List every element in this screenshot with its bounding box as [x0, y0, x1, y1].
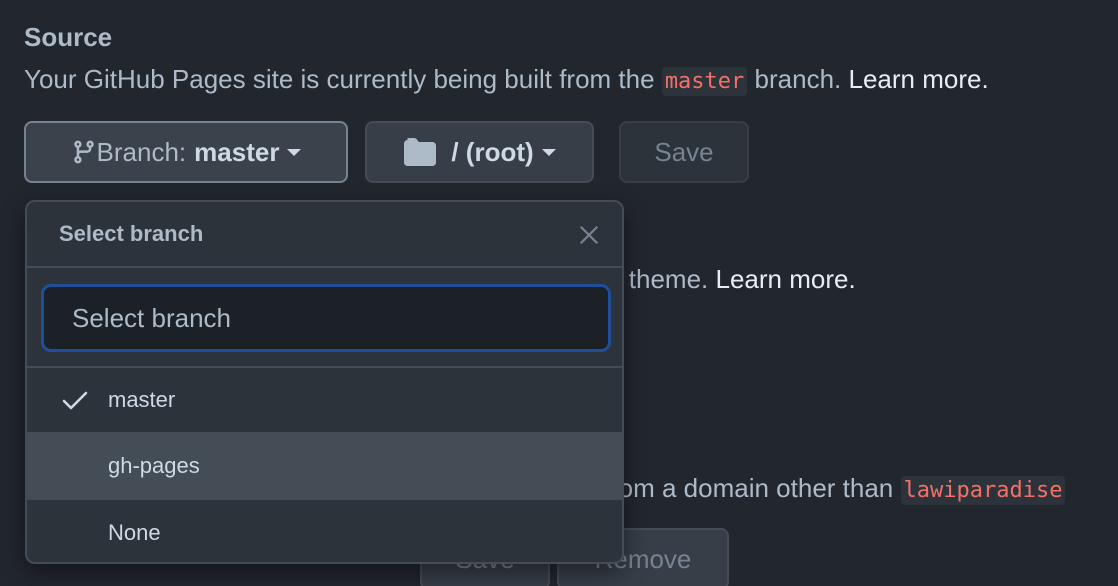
chevron-down-icon — [541, 148, 556, 156]
dropdown-title: Select branch — [59, 221, 204, 246]
branch-select-button[interactable]: Branch: master — [24, 121, 348, 183]
dropdown-header: Select branch — [27, 202, 622, 268]
domain-text: rom a domain other than — [610, 473, 894, 503]
branch-option-none[interactable]: None — [27, 500, 622, 562]
custom-domain-description: rom a domain other than lawiparadise — [610, 473, 1066, 505]
branch-option-gh-pages[interactable]: gh-pages — [27, 434, 622, 500]
learn-more-link[interactable]: Learn more. — [849, 64, 989, 94]
branch-code: master — [661, 67, 748, 96]
theme-learn-more-link[interactable]: Learn more. — [716, 264, 856, 294]
branch-option-label: gh-pages — [108, 453, 200, 478]
source-heading: Source — [24, 22, 113, 52]
select-branch-dropdown: Select branch master gh-pages None — [25, 200, 624, 564]
check-icon — [62, 391, 88, 410]
branch-option-label: master — [108, 387, 176, 412]
branch-label: Branch: — [96, 136, 187, 167]
source-description-suffix: branch. — [754, 64, 842, 94]
theme-description: ll theme. Learn more. — [610, 264, 856, 295]
dropdown-filter — [27, 268, 622, 368]
branch-option-label: None — [108, 520, 161, 545]
source-description: Your GitHub Pages site is currently bein… — [24, 64, 989, 96]
branch-option-master[interactable]: master — [27, 368, 622, 434]
chevron-down-icon — [287, 148, 302, 156]
close-icon[interactable] — [578, 224, 600, 246]
domain-code: lawiparadise — [900, 476, 1066, 505]
branch-value: master — [194, 136, 280, 167]
theme-text: ll theme. — [610, 264, 709, 294]
branch-filter-input[interactable] — [41, 284, 611, 352]
source-description-prefix: Your GitHub Pages site is currently bein… — [24, 64, 655, 94]
git-branch-icon — [73, 140, 94, 164]
save-button[interactable]: Save — [619, 121, 749, 183]
folder-icon — [404, 138, 437, 166]
folder-select-button[interactable]: / (root) — [365, 121, 594, 183]
folder-value: / (root) — [451, 136, 534, 167]
